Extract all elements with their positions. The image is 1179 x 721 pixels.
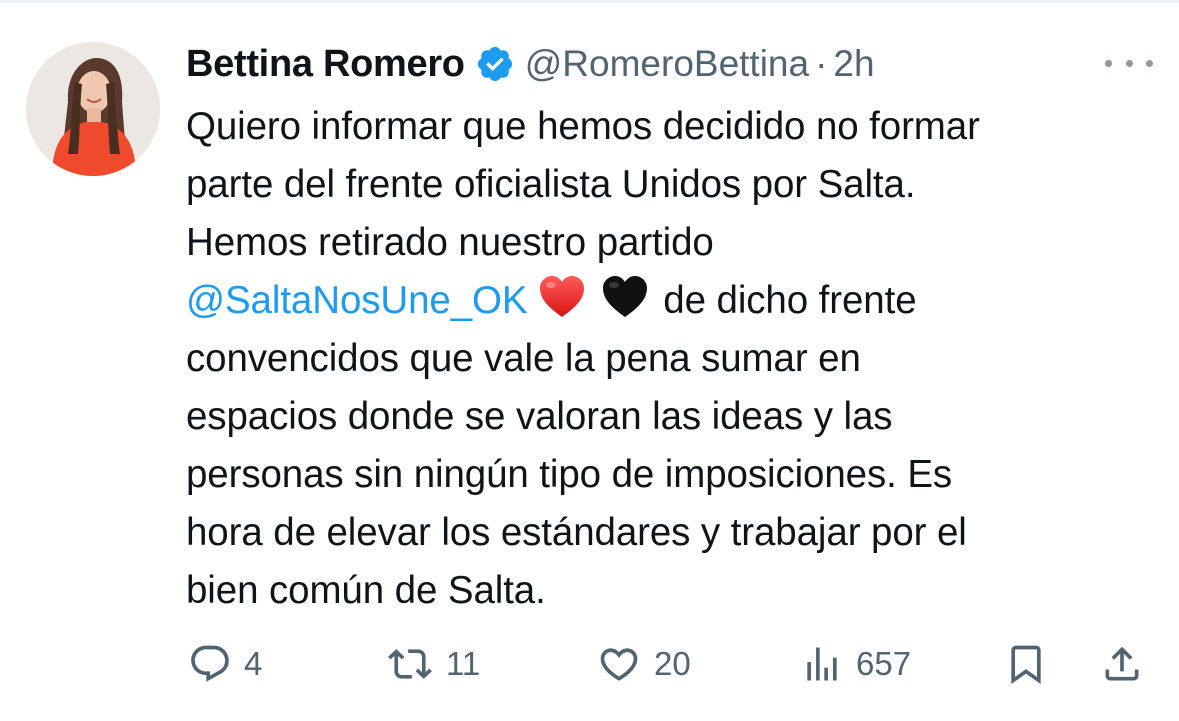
repost-button[interactable]: 11	[386, 636, 480, 692]
tweet-text-line: convencidos que vale la pena sumar en	[186, 337, 861, 380]
tweet-timestamp[interactable]: 2h	[833, 43, 874, 85]
views-count: 657	[856, 645, 912, 682]
black-heart-emoji-icon	[601, 275, 649, 319]
verified-badge-icon[interactable]	[475, 44, 515, 84]
like-button[interactable]: 20	[596, 636, 691, 692]
profile-photo-icon	[26, 42, 160, 176]
mention-line-text: de dicho frente	[663, 279, 917, 322]
tweet-text-line: Quiero informar que hemos decidido no fo…	[186, 105, 980, 148]
bookmark-icon	[1011, 645, 1041, 685]
reply-button[interactable]: 4	[188, 636, 262, 692]
author-handle[interactable]: @RomeroBettina	[525, 43, 809, 85]
heart-icon	[600, 648, 638, 681]
like-count: 20	[654, 645, 691, 682]
repost-count: 11	[446, 645, 481, 682]
tweet-actions: 4 11 20 657	[186, 636, 1146, 692]
red-heart-emoji-icon	[538, 275, 586, 319]
views-chart-icon	[807, 647, 837, 681]
repost-icon	[388, 649, 432, 679]
bookmark-button[interactable]	[1004, 636, 1048, 692]
mention-line: @SaltaNosUne_OK de dicho frente	[186, 272, 1146, 330]
share-icon	[1105, 646, 1139, 681]
share-button[interactable]	[1100, 636, 1144, 692]
reply-icon	[191, 645, 229, 682]
views-button[interactable]: 657	[800, 636, 911, 692]
header-separator: ·	[815, 43, 828, 84]
mention-link[interactable]: @SaltaNosUne_OK	[186, 279, 528, 322]
tweet-text-line: espacios donde se valoran las ideas y la…	[186, 395, 893, 438]
author-display-name[interactable]: Bettina Romero	[186, 43, 465, 86]
top-divider	[0, 0, 1179, 3]
tweet-text-line: hora de elevar los estándares y trabajar…	[186, 511, 967, 554]
tweet-text-line: personas sin ningún tipo de imposiciones…	[186, 453, 953, 496]
reply-count: 4	[244, 645, 263, 682]
author-avatar[interactable]	[26, 42, 160, 176]
more-options-icon[interactable]	[1105, 48, 1153, 78]
tweet-text-line: parte del frente oficialista Unidos por …	[186, 163, 916, 206]
tweet-header: Bettina Romero @RomeroBettina · 2h	[186, 38, 1146, 90]
tweet-text-line: Hemos retirado nuestro partido	[186, 221, 714, 264]
tweet-text: Quiero informar que hemos decidido no fo…	[186, 98, 1146, 620]
tweet-text-line: bien común de Salta.	[186, 569, 546, 612]
